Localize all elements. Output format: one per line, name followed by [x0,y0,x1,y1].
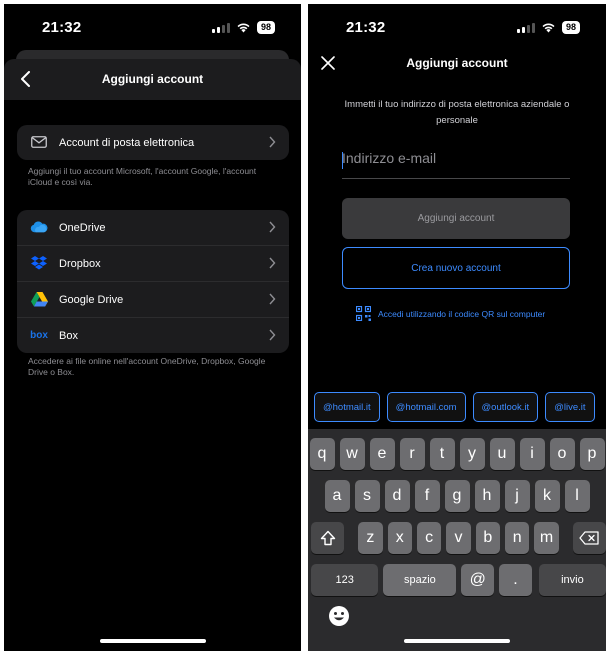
key-o[interactable]: o [549,438,575,470]
status-time: 21:32 [42,19,82,36]
cellular-signal-icon [516,22,535,33]
suggestion-chip[interactable]: @hotmail.it [314,392,380,422]
shift-key[interactable] [311,522,345,554]
keyboard: q w e r t y u i o p a s d f g h j k l z [308,429,606,651]
key-u[interactable]: u [489,438,515,470]
google-drive-icon [30,291,48,307]
add-account-sheet: Aggiungi account Account di posta elettr… [4,59,301,651]
keyboard-row-1: q w e r t y u i o p [308,438,606,470]
storage-row-label: Dropbox [59,257,101,270]
chevron-right-icon [269,257,276,269]
numbers-key[interactable]: 123 [311,564,379,596]
page-title: Aggiungi account [101,72,204,86]
key-k[interactable]: k [534,480,560,512]
storage-row-onedrive[interactable]: OneDrive [17,210,289,245]
key-s[interactable]: s [354,480,380,512]
storage-row-box[interactable]: box Box [17,317,289,353]
keyboard-row-4: 123 spazio @ . invio [308,564,606,596]
return-key[interactable]: invio [538,564,606,596]
keyboard-row-2: a s d f g h j k l [308,480,606,512]
status-time: 21:32 [346,19,386,36]
qr-code-icon [356,306,371,321]
battery-indicator: 98 [256,21,275,34]
chevron-right-icon [269,293,276,305]
email-note: Aggiungi il tuo account Microsoft, l'acc… [28,166,257,187]
key-j[interactable]: j [504,480,530,512]
qr-signin-label: Accedi utilizzando il codice QR sul comp… [378,308,546,319]
storage-note: Accedere ai file online nell'account One… [28,356,266,377]
battery-indicator: 98 [561,21,580,34]
emoji-icon[interactable] [328,605,350,627]
storage-row-label: Box [59,329,78,342]
storage-card: OneDrive Dropbox Google Drive box Box [17,210,289,353]
suggestion-chip[interactable]: @live.it [545,392,595,422]
email-field [342,145,570,179]
key-q[interactable]: q [309,438,335,470]
domain-suggestions: @hotmail.it @hotmail.com @outlook.it @li… [314,392,595,422]
box-icon: box [30,329,48,341]
key-d[interactable]: d [384,480,410,512]
backspace-key[interactable] [572,522,606,554]
keyboard-row-3: z x c v b n m [308,522,606,554]
key-x[interactable]: x [387,522,412,554]
key-n[interactable]: n [505,522,530,554]
status-bar: 21:32 98 [308,4,606,48]
page-title: Aggiungi account [406,56,508,70]
suggestion-chip[interactable]: @outlook.it [472,392,539,422]
mail-icon [30,134,48,150]
chevron-right-icon [269,136,276,148]
suggestion-chip[interactable]: @hotmail.com [386,392,466,422]
key-v[interactable]: v [446,522,471,554]
key-b[interactable]: b [475,522,501,554]
storage-row-label: Google Drive [59,293,124,306]
onedrive-icon [30,219,48,235]
email-account-row[interactable]: Account di posta elettronica [17,125,289,160]
dot-key[interactable]: . [499,564,532,596]
status-bar: 21:32 98 [4,4,301,48]
key-f[interactable]: f [414,480,440,512]
storage-row-google-drive[interactable]: Google Drive [17,281,289,317]
key-c[interactable]: c [416,522,442,554]
key-r[interactable]: r [399,438,425,470]
intro-text: Immetti il tuo indirizzo di posta elettr… [344,99,570,126]
create-account-button[interactable]: Crea nuovo account [342,247,570,289]
storage-row-label: OneDrive [59,221,106,234]
key-m[interactable]: m [534,522,559,554]
email-account-label: Account di posta elettronica [59,136,195,149]
home-indicator[interactable] [404,639,510,643]
chevron-right-icon [269,221,276,233]
dropbox-icon [30,255,48,271]
key-a[interactable]: a [324,480,350,512]
key-p[interactable]: p [579,438,605,470]
at-key[interactable]: @ [461,564,495,596]
add-account-button[interactable]: Aggiungi account [342,198,570,239]
key-l[interactable]: l [564,480,590,512]
key-y[interactable]: y [459,438,485,470]
left-screen: 21:32 98 Aggiungi account Account di pos… [4,4,301,651]
backspace-icon [579,531,600,545]
right-screen: 21:32 98 Aggiungi account Immetti il tuo… [308,4,606,651]
home-indicator[interactable] [99,639,206,643]
qr-signin-link[interactable]: Accedi utilizzando il codice QR sul comp… [356,306,545,321]
email-input[interactable] [342,150,568,166]
nav-bar: Aggiungi account [4,59,301,100]
key-t[interactable]: t [429,438,455,470]
key-w[interactable]: w [339,438,365,470]
key-e[interactable]: e [369,438,395,470]
cellular-signal-icon [211,22,230,33]
wifi-icon [542,23,555,33]
email-account-card: Account di posta elettronica [17,125,289,160]
key-z[interactable]: z [358,522,383,554]
wifi-icon [237,23,250,33]
storage-row-dropbox[interactable]: Dropbox [17,245,289,281]
key-g[interactable]: g [444,480,470,512]
key-i[interactable]: i [519,438,545,470]
key-h[interactable]: h [474,480,500,512]
chevron-right-icon [269,329,276,341]
space-key[interactable]: spazio [383,564,457,596]
shift-icon [320,530,335,546]
